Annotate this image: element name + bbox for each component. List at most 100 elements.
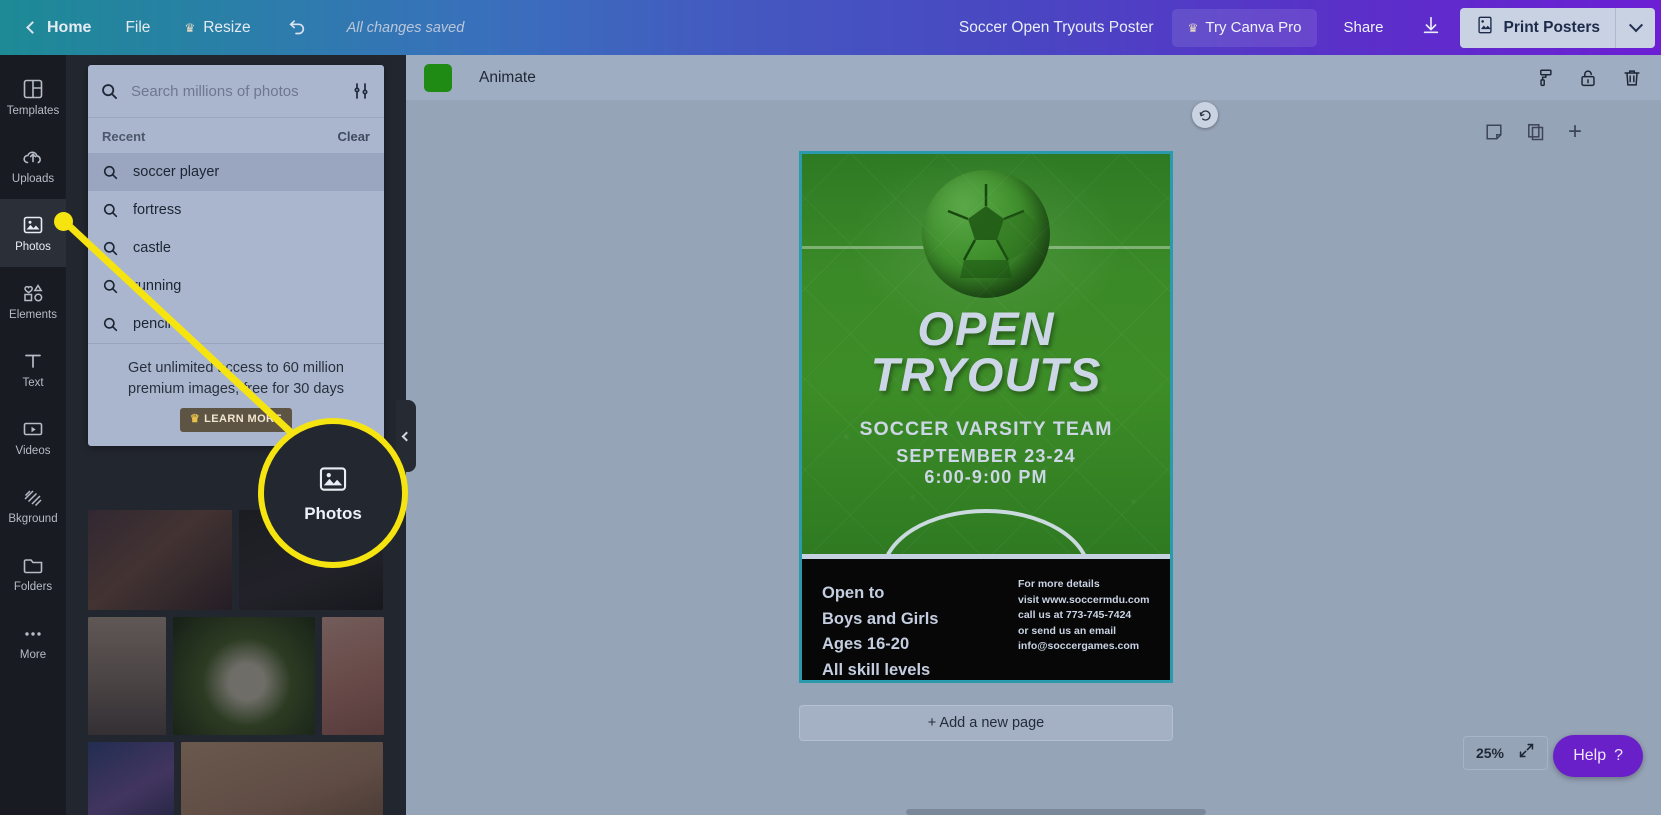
recent-item-label: castle (133, 240, 171, 256)
text-t-icon (21, 349, 45, 373)
recent-search-item[interactable]: fortress (88, 191, 384, 229)
diagonal-pattern-overlay (802, 154, 1170, 558)
search-magnifier-icon (102, 240, 119, 257)
sidebar-item-templates[interactable]: Templates (0, 63, 66, 131)
expand-diagonal-icon[interactable] (1518, 742, 1535, 764)
sidebar-item-elements[interactable]: Elements (0, 267, 66, 335)
callout-origin-dot (54, 212, 73, 231)
paint-roller-icon[interactable] (1533, 67, 1555, 89)
file-label: File (125, 18, 151, 36)
try-canva-pro-button[interactable]: ♛ Try Canva Pro (1171, 8, 1318, 47)
undo-arrow-icon (285, 17, 307, 39)
footer-left-line: Open to (822, 584, 885, 602)
learn-more-button[interactable]: ♛ LEARN MORE (179, 408, 293, 432)
photo-thumbnail[interactable] (88, 510, 232, 610)
photo-thumbnail[interactable] (322, 617, 384, 735)
plus-icon[interactable]: + (1568, 120, 1582, 144)
poster-selected-frame[interactable]: OPEN TRYOUTS SOCCER VARSITY TEAM SEPTEMB… (799, 151, 1173, 683)
chevron-down-icon (1628, 17, 1643, 32)
trash-delete-icon[interactable] (1621, 67, 1643, 89)
poster-footer-left: Open to Boys and Girls Ages 16-20 All sk… (822, 581, 938, 680)
sidebar-item-folders[interactable]: Folders (0, 539, 66, 607)
page-tools: + (1484, 120, 1582, 144)
undo-button[interactable] (271, 9, 321, 47)
download-button[interactable] (1410, 9, 1452, 47)
photo-thumbnail[interactable] (88, 742, 174, 815)
tune-sliders-icon[interactable] (352, 81, 372, 101)
footer-right-line: or send us an email (1018, 624, 1117, 637)
poster-footer: Open to Boys and Girls Ages 16-20 All sk… (802, 559, 1170, 680)
poster-page[interactable]: OPEN TRYOUTS SOCCER VARSITY TEAM SEPTEMB… (799, 151, 1173, 683)
crown-icon: ♛ (189, 413, 201, 426)
print-dropdown-button[interactable] (1615, 7, 1655, 48)
search-input[interactable] (119, 82, 352, 100)
sidebar-item-background[interactable]: Bkground (0, 471, 66, 539)
poster-photo-area: OPEN TRYOUTS SOCCER VARSITY TEAM SEPTEMB… (802, 154, 1170, 558)
share-button[interactable]: Share (1327, 9, 1399, 47)
left-sidebar-rail: Templates Uploads Photos Elements Text V… (0, 55, 66, 815)
print-label: Print Posters (1503, 18, 1600, 36)
save-status-text: All changes saved (346, 19, 465, 36)
clear-recent-button[interactable]: Clear (337, 129, 370, 144)
sidebar-item-photos[interactable]: Photos (0, 199, 66, 267)
sidebar-item-label: Videos (15, 444, 51, 457)
poster-page-icon (1475, 15, 1495, 40)
folder-icon (21, 553, 45, 577)
duplicate-page-icon[interactable] (1526, 122, 1546, 142)
recent-search-item[interactable]: soccer player (88, 153, 384, 191)
unlock-padlock-icon[interactable] (1577, 67, 1599, 89)
question-mark-icon: ? (1614, 747, 1623, 764)
sticky-note-icon[interactable] (1484, 122, 1504, 142)
resize-button[interactable]: ♛ Resize (170, 9, 264, 47)
horizontal-scrollbar[interactable] (906, 809, 1206, 815)
resize-label: Resize (203, 18, 251, 36)
search-row (88, 65, 384, 118)
animate-button[interactable]: Animate (479, 69, 536, 87)
hatch-pattern-icon (21, 485, 45, 509)
canva-editor-window: Home File ♛ Resize All changes saved Soc… (0, 0, 1661, 815)
home-button[interactable]: Home (14, 9, 105, 47)
chevron-left-icon (26, 21, 39, 34)
photo-thumbnail[interactable] (88, 617, 166, 735)
recent-header: Recent Clear (88, 118, 384, 153)
poster-footer-right: For more details visit www.soccermdu.com… (1018, 577, 1150, 655)
add-new-page-button[interactable]: + Add a new page (799, 705, 1173, 741)
chevron-left-icon (401, 431, 411, 441)
zoom-control[interactable]: 25% (1462, 736, 1548, 770)
recent-item-label: soccer player (133, 164, 220, 180)
sidebar-item-more[interactable]: More (0, 607, 66, 675)
promo-line-1: Get unlimited access to 60 million (128, 360, 344, 376)
help-label: Help (1573, 747, 1607, 764)
sidebar-item-label: Folders (13, 580, 53, 593)
image-photo-icon (316, 462, 350, 496)
file-menu-button[interactable]: File (111, 9, 164, 47)
sidebar-item-uploads[interactable]: Uploads (0, 131, 66, 199)
zoom-level-value: 25% (1475, 745, 1504, 761)
search-magnifier-icon (102, 202, 119, 219)
download-icon (1420, 14, 1442, 41)
recent-item-label: running (133, 278, 182, 294)
rotate-handle-icon[interactable] (1192, 102, 1218, 128)
thumb-row (88, 742, 384, 815)
document-title[interactable]: Soccer Open Tryouts Poster (959, 19, 1154, 37)
sidebar-item-label: More (19, 648, 47, 661)
help-button[interactable]: Help ? (1553, 735, 1643, 777)
editor-toolbar-right (1533, 55, 1643, 100)
photo-thumbnail[interactable] (181, 742, 383, 815)
callout-target-label: Photos (304, 504, 362, 523)
photo-thumbnail[interactable] (173, 617, 315, 735)
recent-search-item[interactable]: castle (88, 229, 384, 267)
sidebar-item-text[interactable]: Text (0, 335, 66, 403)
recent-search-item[interactable]: pencil (88, 305, 384, 343)
recent-search-item[interactable]: running (88, 267, 384, 305)
sidebar-item-videos[interactable]: Videos (0, 403, 66, 471)
share-label: Share (1343, 19, 1384, 36)
print-posters-button[interactable]: Print Posters (1459, 7, 1615, 48)
photos-callout-magnifier: Photos (258, 418, 408, 568)
sidebar-item-label: Templates (6, 104, 60, 117)
footer-right-line: info@soccergames.com (1018, 640, 1140, 653)
editor-toolbar: Animate (406, 55, 1661, 100)
color-swatch-button[interactable] (424, 63, 452, 92)
video-play-icon (21, 417, 45, 441)
sidebar-item-label: Elements (9, 308, 57, 321)
